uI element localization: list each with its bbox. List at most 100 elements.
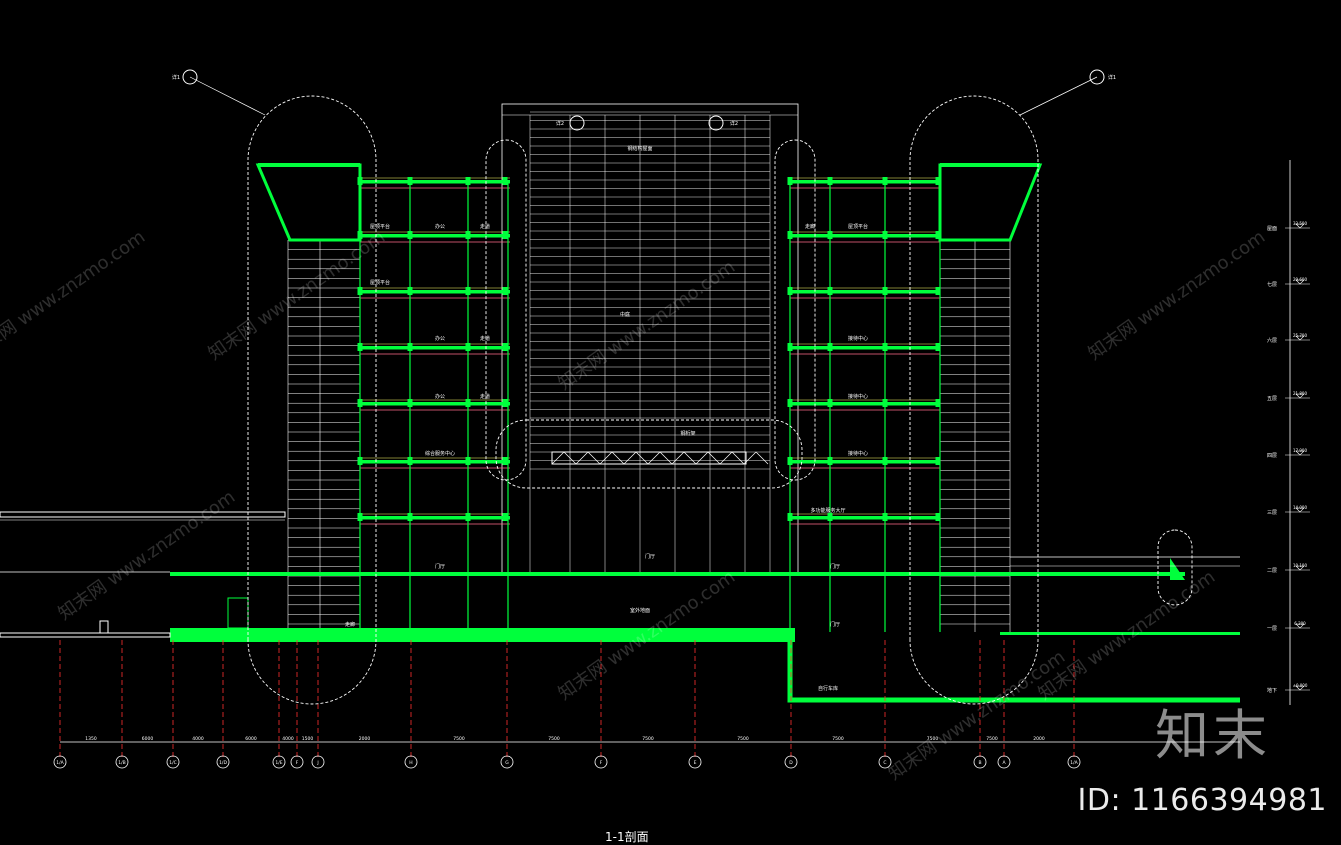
room-label: 屋顶平台 [848,223,868,230]
column-node [503,287,508,295]
room-label: 钢桁架 [680,430,695,437]
level-label: 屋面 [1267,226,1277,232]
level-label: 七层 [1267,281,1277,288]
floor-slab-right [790,460,940,464]
axis-label: 1/A [56,760,64,766]
axis-label: 1/B [118,760,125,766]
dimension-label: 6000 [142,736,154,742]
dimension-label: 7500 [737,736,749,742]
truss-diagonal [624,452,636,464]
column-node [503,399,508,407]
dimension-label: 4000 [192,736,204,742]
truss-diagonal [612,452,624,464]
axis-label: 1/A [1070,760,1078,766]
room-label: 接待中心 [848,335,868,342]
watermark-text: 知末网 www.znzmo.com [1085,226,1270,364]
column-node [503,231,508,239]
floor-slab-right [790,234,940,238]
axis-label: G [505,760,509,766]
elevation-label: 6.200 [1294,621,1306,626]
callout-label: 详2 [556,120,564,127]
floor-slab-left [360,290,510,294]
room-label: 门厅 [645,553,655,560]
elevation-label: ±0.000 [1293,683,1308,688]
truss-diagonal [756,452,768,464]
dimension-label: 1350 [85,736,97,742]
truss-diagonal [732,452,744,464]
callout-column-left [486,140,526,480]
elevation-label: 25.700 [1293,333,1307,338]
leader-line [1020,77,1097,115]
level-label: 二层 [1267,568,1277,574]
axis-label: D [789,760,793,766]
elevation-label: 33.500 [1293,221,1307,226]
column-node [503,513,508,521]
callout-bubble [570,116,584,130]
room-label: 钢结构屋面 [627,145,652,152]
dimension-label: 7500 [548,736,560,742]
truss-diagonal [600,452,612,464]
room-label: 中庭 [620,311,630,318]
room-label: 屋顶平台 [370,279,390,286]
right-stair-mark [1170,558,1185,580]
callout-label: 详1 [172,74,180,81]
roof-slab-left [258,163,360,167]
level-label: 四层 [1267,453,1277,459]
section-drawing: 1/A1/B1/C1/D1/EFJHGFEDCBA1/A135060004000… [0,0,1341,840]
floor-slab-right [790,290,940,294]
truss-diagonal [720,452,732,464]
dimension-label: 1500 [302,736,314,742]
left-ground [0,633,170,637]
room-label: 走廊 [805,223,815,230]
axis-label: 1/D [219,760,227,766]
floor-slab-left [360,516,510,520]
steel-truss [552,452,746,464]
truss-diagonal [648,452,660,464]
axis-label: A [1002,760,1006,766]
column-node [503,457,508,465]
ground-slab [170,628,795,642]
truss-diagonal [588,452,600,464]
watermark-text: 知末网 www.znzmo.com [55,486,240,624]
column-node [503,343,508,351]
room-label: 门厅 [435,563,445,570]
room-label: 自行车库 [818,685,838,692]
truss-diagonal [696,452,708,464]
floor-slab-right [790,516,940,520]
dimension-label: 2000 [1033,736,1045,742]
floor-slab-left [360,346,510,350]
room-label: 接待中心 [848,393,868,400]
callout-column-right [775,140,815,480]
axis-label: 1/E [275,760,282,766]
elevation-label: 29.600 [1293,277,1307,282]
room-label: 接待中心 [848,450,868,457]
dimension-label: 7500 [986,736,998,742]
axis-label: 1/C [169,760,177,766]
room-label: 走道 [480,335,490,342]
callout-bubble [709,116,723,130]
room-label: 走道 [480,223,490,230]
level-label: 三层 [1267,510,1277,516]
elevation-label: 10.100 [1293,563,1307,568]
truss-diagonal [636,452,648,464]
elevation-label: 21.800 [1293,391,1307,396]
watermark-logo: 知末 [1155,691,1271,770]
left-door [228,598,248,628]
watermark-text: 知末网 www.znzmo.com [885,646,1070,784]
callout-truss [496,420,802,488]
level-label: 一层 [1267,626,1277,632]
left-canopy [0,512,285,517]
watermark-id: ID: 1166394981 [1078,783,1327,818]
structure-lines [0,163,1240,700]
room-label: 走道 [480,393,490,400]
axis-label: E [694,760,697,766]
dimension-label: 4000 [282,736,294,742]
axis-label: B [978,760,981,766]
room-label: 门厅 [830,563,840,570]
elevation-label: 14.000 [1293,505,1307,510]
watermark-text: 知末网 www.znzmo.com [555,256,740,394]
leader-line [190,77,265,115]
dimension-label: 7500 [642,736,654,742]
axis-label: F [296,760,299,766]
dimension-label: 2000 [359,736,371,742]
